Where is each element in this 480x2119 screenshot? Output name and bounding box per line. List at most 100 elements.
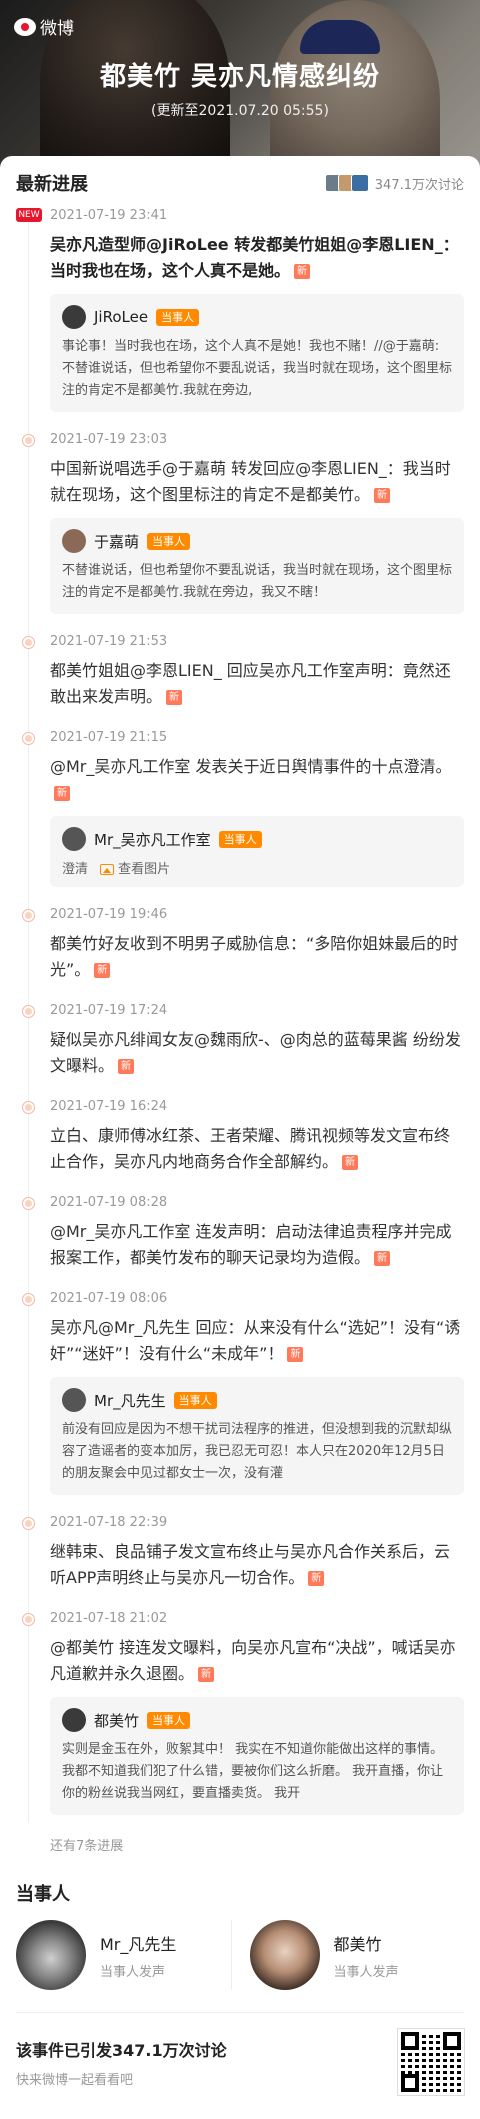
participant-name: Mr_凡先生 [100,1934,177,1954]
new-badge: 新 [198,1667,215,1682]
quoted-post[interactable]: JiRoLee 当事人事论事！当时我也在场，这个人真不是她！我也不赌！//@于嘉萌… [50,294,464,412]
new-badge: 新 [118,1059,135,1074]
new-badge: 新 [94,963,111,978]
timeline-dot [23,1294,34,1305]
timeline-time: 2021-07-19 17:24 [50,1003,168,1018]
quote-text: 事论事！当时我也在场，这个人真不是她！我也不赌！//@于嘉萌:不替谁说话，但也希… [62,339,453,398]
timeline-item[interactable]: 2021-07-19 21:53 都美竹姐姐@李恩LIEN_ 回应吴亦凡工作室声明… [23,632,464,728]
quote-link[interactable]: 澄清 [62,858,88,877]
timeline-text: 吴亦凡造型师@JiRoLee 转发都美竹姐姐@李恩LIEN_：当时我也在场，这个… [50,232,464,284]
quote-author[interactable]: 于嘉萌 [94,531,139,552]
quote-text: 前没有回应是因为不想干扰司法程序的推进，但没想到我的沉默却纵容了造谣者的变本加厉… [62,1422,453,1481]
footer-title: 该事件已引发347.1万次讨论 [16,2040,227,2060]
participant-desc: 当事人发声 [333,1964,399,1980]
participant-tag: 当事人 [156,308,200,326]
participant-card[interactable]: 都美竹 当事人发声 [230,1920,465,1990]
timeline-dot [23,637,34,648]
avatar [62,827,86,851]
weibo-logo[interactable]: 微博 [14,14,74,39]
timeline-text-content: 吴亦凡造型师@JiRoLee 转发都美竹姐姐@李恩LIEN_：当时我也在场，这个… [50,235,459,280]
timeline-item[interactable]: 2021-07-19 16:24 立白、康师傅冰红茶、王者荣耀、腾讯视频等发文宣布… [23,1097,464,1193]
timeline-dot [23,1006,34,1017]
timeline-text: 都美竹姐姐@李恩LIEN_ 回应吴亦凡工作室声明：竟然还敢出来发声明。新 [50,658,464,710]
event-title: 都美竹 吴亦凡情感纠纷 [99,62,381,92]
discuss-summary[interactable]: 347.1万次讨论 [324,174,464,193]
timeline-time: 2021-07-19 19:46 [50,907,168,922]
avatar [62,1708,86,1732]
quoted-post[interactable]: 都美竹 当事人实则是金玉在外，败絮其中！ 我实在不知道你能做出这样的事情。 我都不… [50,1697,464,1815]
quote-author[interactable]: Mr_凡先生 [94,1390,166,1411]
timeline-dot [23,1614,34,1625]
timeline-time: 2021-07-19 21:15 [50,730,168,745]
timeline-dot [23,1102,34,1113]
timeline-text-content: 中国新说唱选手@于嘉萌 转发回应@李恩LIEN_：我当时就在现场，这个图里标注的… [50,459,451,504]
timeline-text-content: 都美竹姐姐@李恩LIEN_ 回应吴亦凡工作室声明：竟然还敢出来发声明。 [50,661,451,706]
avatar [16,1920,86,1990]
footer-subtitle: 快来微博一起看看吧 [16,2072,134,2088]
timeline-text-content: 吴亦凡@Mr_凡先生 回应：从来没有什么“选妃”！没有“诱奸”“迷奸”！没有什么… [50,1318,461,1363]
timeline-text: 都美竹好友收到不明男子威胁信息：“多陪你姐妹最后的时光”。新 [50,931,464,983]
participant-card[interactable]: Mr_凡先生 当事人发声 [16,1920,231,1990]
more-progress-link[interactable]: 还有7条进展 [16,1833,464,1876]
new-badge: 新 [287,1347,304,1362]
timeline-dot [23,435,34,446]
participants: Mr_凡先生 当事人发声 都美竹 当事人发声 [16,1920,464,2013]
timeline-text: 吴亦凡@Mr_凡先生 回应：从来没有什么“选妃”！没有“诱奸”“迷奸”！没有什么… [50,1315,464,1367]
quote-links: 澄清 查看图片 [62,858,452,877]
timeline-text: 疑似吴亦凡绯闻女友@魏雨欣-、@肉总的蓝莓果酱 纷纷发文曝料。新 [50,1027,464,1079]
timeline-item[interactable]: 2021-07-18 21:02 @都美竹 接连发文曝料，向吴亦凡宣布“决战”，喊… [23,1609,464,1833]
discuss-count: 347.1万次讨论 [374,177,464,193]
participant-name: 都美竹 [333,1934,382,1954]
image-icon [100,864,115,875]
weibo-eye-icon [14,17,36,36]
avatar [62,305,86,329]
timeline-text-content: @都美竹 接连发文曝料，向吴亦凡宣布“决战”，喊话吴亦凡道歉并永久退圈。 [50,1638,456,1683]
discuss-avatars [324,174,369,192]
timeline-dot [23,733,34,744]
avatar [249,1920,320,1990]
timeline-item[interactable]: 2021-07-19 08:28 @Mr_吴亦凡工作室 连发声明：启动法律追责程序… [23,1193,464,1289]
new-badge: 新 [166,690,183,705]
timeline-item[interactable]: 2021-07-19 19:46 都美竹好友收到不明男子威胁信息：“多陪你姐妹最后… [23,905,464,1001]
quote-header: Mr_凡先生 当事人 [62,1387,452,1413]
hero-banner: 微博 都美竹 吴亦凡情感纠纷 (更新至2021.07.20 05:55) [0,0,480,168]
timeline-item[interactable]: 2021-07-19 23:03 中国新说唱选手@于嘉萌 转发回应@李恩LIEN_… [23,430,464,632]
timeline-time: 2021-07-19 16:24 [50,1099,168,1114]
participants-heading: 当事人 [16,1884,70,1905]
new-badge: 新 [374,488,391,503]
quoted-post[interactable]: Mr_吴亦凡工作室 当事人 澄清 查看图片 [50,816,464,887]
timeline-item[interactable]: NEW 2021-07-19 23:41 吴亦凡造型师@JiRoLee 转发都美竹姐… [16,206,464,430]
timeline-text-content: 疑似吴亦凡绯闻女友@魏雨欣-、@肉总的蓝莓果酱 纷纷发文曝料。 [50,1030,461,1075]
timeline-item[interactable]: 2021-07-18 22:39 继韩束、良品铺子发文宣布终止与吴亦凡合作关系后，… [23,1513,464,1609]
quote-header: 于嘉萌 当事人 [62,528,452,554]
quote-author[interactable]: JiRoLee [94,308,148,326]
new-badge: 新 [54,786,70,801]
quote-header: 都美竹 当事人 [62,1707,452,1733]
timeline-item[interactable]: 2021-07-19 17:24 疑似吴亦凡绯闻女友@魏雨欣-、@肉总的蓝莓果酱 … [23,1001,464,1097]
brand-name: 微博 [40,19,74,39]
participant-tag: 当事人 [147,532,191,550]
timeline-time: 2021-07-19 08:06 [50,1291,168,1306]
footer: 该事件已引发347.1万次讨论 快来微博一起看看吧 [16,2013,465,2111]
quoted-post[interactable]: Mr_凡先生 当事人前没有回应是因为不想干扰司法程序的推进，但没想到我的沉默却纵容… [50,1377,464,1495]
view-images-link[interactable]: 查看图片 [100,858,170,877]
timeline-item[interactable]: 2021-07-19 08:06 吴亦凡@Mr_凡先生 回应：从来没有什么“选妃”… [23,1289,464,1513]
timeline-time: 2021-07-19 23:41 [50,208,168,223]
quote-text: 实则是金玉在外，败絮其中！ 我实在不知道你能做出这样的事情。 我都不知道我们犯了… [62,1742,444,1801]
quote-header: JiRoLee 当事人 [62,304,452,330]
timeline-text: @Mr_吴亦凡工作室 连发声明：启动法律追责程序并完成报案工作，都美竹发布的聊天… [50,1219,464,1271]
timeline-text: @Mr_吴亦凡工作室 发表关于近日舆情事件的十点澄清。新 [50,754,464,806]
timeline-text: @都美竹 接连发文曝料，向吴亦凡宣布“决战”，喊话吴亦凡道歉并永久退圈。新 [50,1635,464,1687]
timeline-text-content: @Mr_吴亦凡工作室 连发声明：启动法律追责程序并完成报案工作，都美竹发布的聊天… [50,1222,452,1267]
avatar [62,529,86,553]
quote-author[interactable]: 都美竹 [94,1710,139,1731]
timeline-text: 立白、康师傅冰红茶、王者荣耀、腾讯视频等发文宣布终止合作，吴亦凡内地商务合作全部… [50,1123,464,1175]
timeline-item[interactable]: 2021-07-19 21:15 @Mr_吴亦凡工作室 发表关于近日舆情事件的十点… [23,728,464,905]
quote-author[interactable]: Mr_吴亦凡工作室 [94,829,211,850]
timeline-text-content: 都美竹好友收到不明男子威胁信息：“多陪你姐妹最后的时光”。 [50,934,459,979]
participant-tag: 当事人 [147,1711,191,1729]
quoted-post[interactable]: 于嘉萌 当事人 不替谁说话，但也希望你不要乱说话，我当时就在现场，这个图里标注的肯定… [50,518,464,614]
timeline-dot [23,910,34,921]
qr-code-icon[interactable] [397,2028,465,2096]
timeline-text: 继韩束、良品铺子发文宣布终止与吴亦凡合作关系后，云听APP声明终止与吴亦凡一切合… [50,1539,464,1591]
